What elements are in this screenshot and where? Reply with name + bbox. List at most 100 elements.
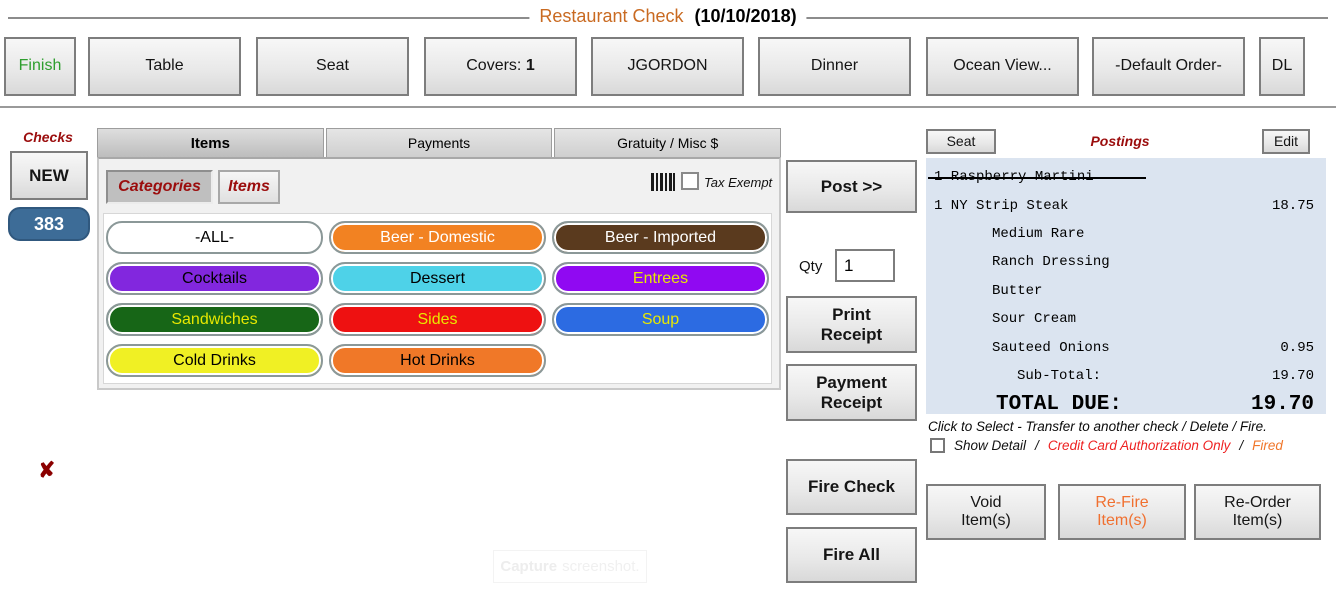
- posting-price: 19.70: [1184, 368, 1314, 384]
- restaurant-check-window: Restaurant Check (10/10/2018) Finish Tab…: [0, 0, 1336, 595]
- posting-text: 1 NY Strip Steak: [934, 198, 1068, 214]
- posting-line[interactable]: Sub-Total: 19.70: [926, 362, 1326, 390]
- posting-line[interactable]: Sauteed Onions 0.95: [926, 333, 1326, 361]
- page-title-text: Restaurant Check: [539, 6, 683, 26]
- check-date: (10/10/2018): [695, 6, 797, 26]
- postings-seat-button[interactable]: Seat: [926, 129, 996, 154]
- category-soup[interactable]: Soup: [552, 303, 769, 336]
- category-cocktails[interactable]: Cocktails: [106, 262, 323, 295]
- posting-text: 1 Raspberry Martini: [934, 169, 1094, 185]
- category-sandwiches[interactable]: Sandwiches: [106, 303, 323, 336]
- watermark-bold: Capture: [500, 558, 557, 575]
- qty-input[interactable]: [835, 249, 895, 282]
- category-beer-domestic[interactable]: Beer - Domestic: [329, 221, 546, 254]
- covers-button[interactable]: Covers: 1: [424, 37, 577, 96]
- categories-mode-button[interactable]: Categories: [106, 170, 213, 204]
- show-detail-label: Show Detail: [954, 438, 1026, 453]
- tab-gratuity-misc[interactable]: Gratuity / Misc $: [554, 128, 781, 157]
- page-title: Restaurant Check (10/10/2018): [529, 6, 806, 27]
- posting-line[interactable]: Sour Cream: [926, 305, 1326, 333]
- category-cold-drinks[interactable]: Cold Drinks: [106, 344, 323, 377]
- reorder-line1: Re-Order: [1224, 494, 1291, 512]
- cc-auth-label: Credit Card Authorization Only: [1048, 438, 1231, 453]
- posting-line[interactable]: 1 Raspberry Martini: [926, 163, 1326, 191]
- posting-text: TOTAL DUE:: [996, 393, 1122, 416]
- posting-price: 18.75: [1184, 198, 1314, 214]
- posting-text: Ranch Dressing: [992, 254, 1110, 270]
- show-detail-checkbox[interactable]: [930, 438, 945, 453]
- posting-line[interactable]: TOTAL DUE: 19.70: [926, 390, 1326, 418]
- posting-text: Butter: [992, 283, 1042, 299]
- posting-line[interactable]: Medium Rare: [926, 220, 1326, 248]
- postings-title: Postings: [1020, 133, 1220, 149]
- payment-receipt-button[interactable]: Payment Receipt: [786, 364, 917, 421]
- default-order-button[interactable]: -Default Order-: [1092, 37, 1245, 96]
- reorder-line2: Item(s): [1233, 512, 1283, 530]
- posting-price: 0.95: [1184, 340, 1314, 356]
- posting-text: Sauteed Onions: [992, 340, 1110, 356]
- detail-options-row: Show Detail / Credit Card Authorization …: [930, 438, 1283, 453]
- new-check-button[interactable]: NEW: [10, 151, 88, 200]
- refire-items-button[interactable]: Re-Fire Item(s): [1058, 484, 1186, 540]
- edit-button[interactable]: Edit: [1262, 129, 1310, 154]
- covers-label: Covers:: [466, 57, 521, 75]
- capture-screenshot-watermark: Capture screenshot.: [493, 550, 647, 583]
- void-line1: Void: [970, 494, 1001, 512]
- separator-slash2: /: [1239, 438, 1243, 453]
- toolbar-divider: [0, 106, 1336, 108]
- refire-line1: Re-Fire: [1095, 494, 1148, 512]
- tab-payments[interactable]: Payments: [326, 128, 553, 157]
- void-line2: Item(s): [961, 512, 1011, 530]
- posting-text: Medium Rare: [992, 226, 1084, 242]
- category-entrees[interactable]: Entrees: [552, 262, 769, 295]
- seat-button[interactable]: Seat: [256, 37, 409, 96]
- payment-receipt-line2: Receipt: [821, 393, 882, 413]
- void-items-button[interactable]: Void Item(s): [926, 484, 1046, 540]
- posting-line[interactable]: Ranch Dressing: [926, 248, 1326, 276]
- dl-button[interactable]: DL: [1259, 37, 1305, 96]
- category-hot-drinks[interactable]: Hot Drinks: [329, 344, 546, 377]
- category-grid: -ALL-Beer - DomesticBeer - Imported Cockt…: [104, 214, 771, 377]
- print-receipt-line1: Print: [832, 305, 871, 325]
- category-beer-imported[interactable]: Beer - Imported: [552, 221, 769, 254]
- items-panel: Categories Items Tax Exempt -ALL-Beer - …: [97, 157, 781, 390]
- separator-slash: /: [1035, 438, 1039, 453]
- tax-exempt-checkbox[interactable]: [681, 172, 699, 190]
- posting-line[interactable]: Butter: [926, 277, 1326, 305]
- print-receipt-line2: Receipt: [821, 325, 882, 345]
- qty-label: Qty: [799, 258, 822, 275]
- fired-label: Fired: [1252, 438, 1283, 453]
- server-button[interactable]: JGORDON: [591, 37, 744, 96]
- red-x-mark: ✘: [37, 457, 56, 483]
- finish-button[interactable]: Finish: [4, 37, 76, 96]
- posting-text: Sour Cream: [992, 311, 1076, 327]
- checks-label: Checks: [0, 129, 96, 145]
- meal-period-button[interactable]: Dinner: [758, 37, 911, 96]
- fire-check-button[interactable]: Fire Check: [786, 459, 917, 515]
- check-number-badge[interactable]: 383: [8, 207, 90, 241]
- category-dessert[interactable]: Dessert: [329, 262, 546, 295]
- category-grid-box: -ALL-Beer - DomesticBeer - Imported Cockt…: [103, 213, 772, 384]
- tax-exempt-label: Tax Exempt: [704, 175, 772, 190]
- covers-count: 1: [526, 57, 535, 75]
- main-tabbar: Items Payments Gratuity / Misc $: [97, 128, 781, 157]
- watermark-rest: screenshot.: [562, 558, 640, 575]
- posting-text: Sub-Total:: [1017, 368, 1101, 384]
- refire-line2: Item(s): [1097, 512, 1147, 530]
- barcode-icon: [651, 173, 675, 191]
- post-button[interactable]: Post >>: [786, 160, 917, 213]
- tab-items[interactable]: Items: [97, 128, 324, 157]
- table-button[interactable]: Table: [88, 37, 241, 96]
- room-button[interactable]: Ocean View...: [926, 37, 1079, 96]
- print-receipt-button[interactable]: Print Receipt: [786, 296, 917, 353]
- reorder-items-button[interactable]: Re-Order Item(s): [1194, 484, 1321, 540]
- fire-all-button[interactable]: Fire All: [786, 527, 917, 583]
- posting-line[interactable]: 1 NY Strip Steak 18.75: [926, 191, 1326, 219]
- items-mode-button[interactable]: Items: [218, 170, 280, 204]
- posting-price: 19.70: [1184, 393, 1314, 416]
- payment-receipt-line1: Payment: [816, 373, 887, 393]
- postings-hint: Click to Select - Transfer to another ch…: [928, 419, 1267, 434]
- category-sides[interactable]: Sides: [329, 303, 546, 336]
- category-all[interactable]: -ALL-: [106, 221, 323, 254]
- postings-list[interactable]: 1 Raspberry Martini 1 NY Strip Steak 18.75…: [926, 158, 1326, 414]
